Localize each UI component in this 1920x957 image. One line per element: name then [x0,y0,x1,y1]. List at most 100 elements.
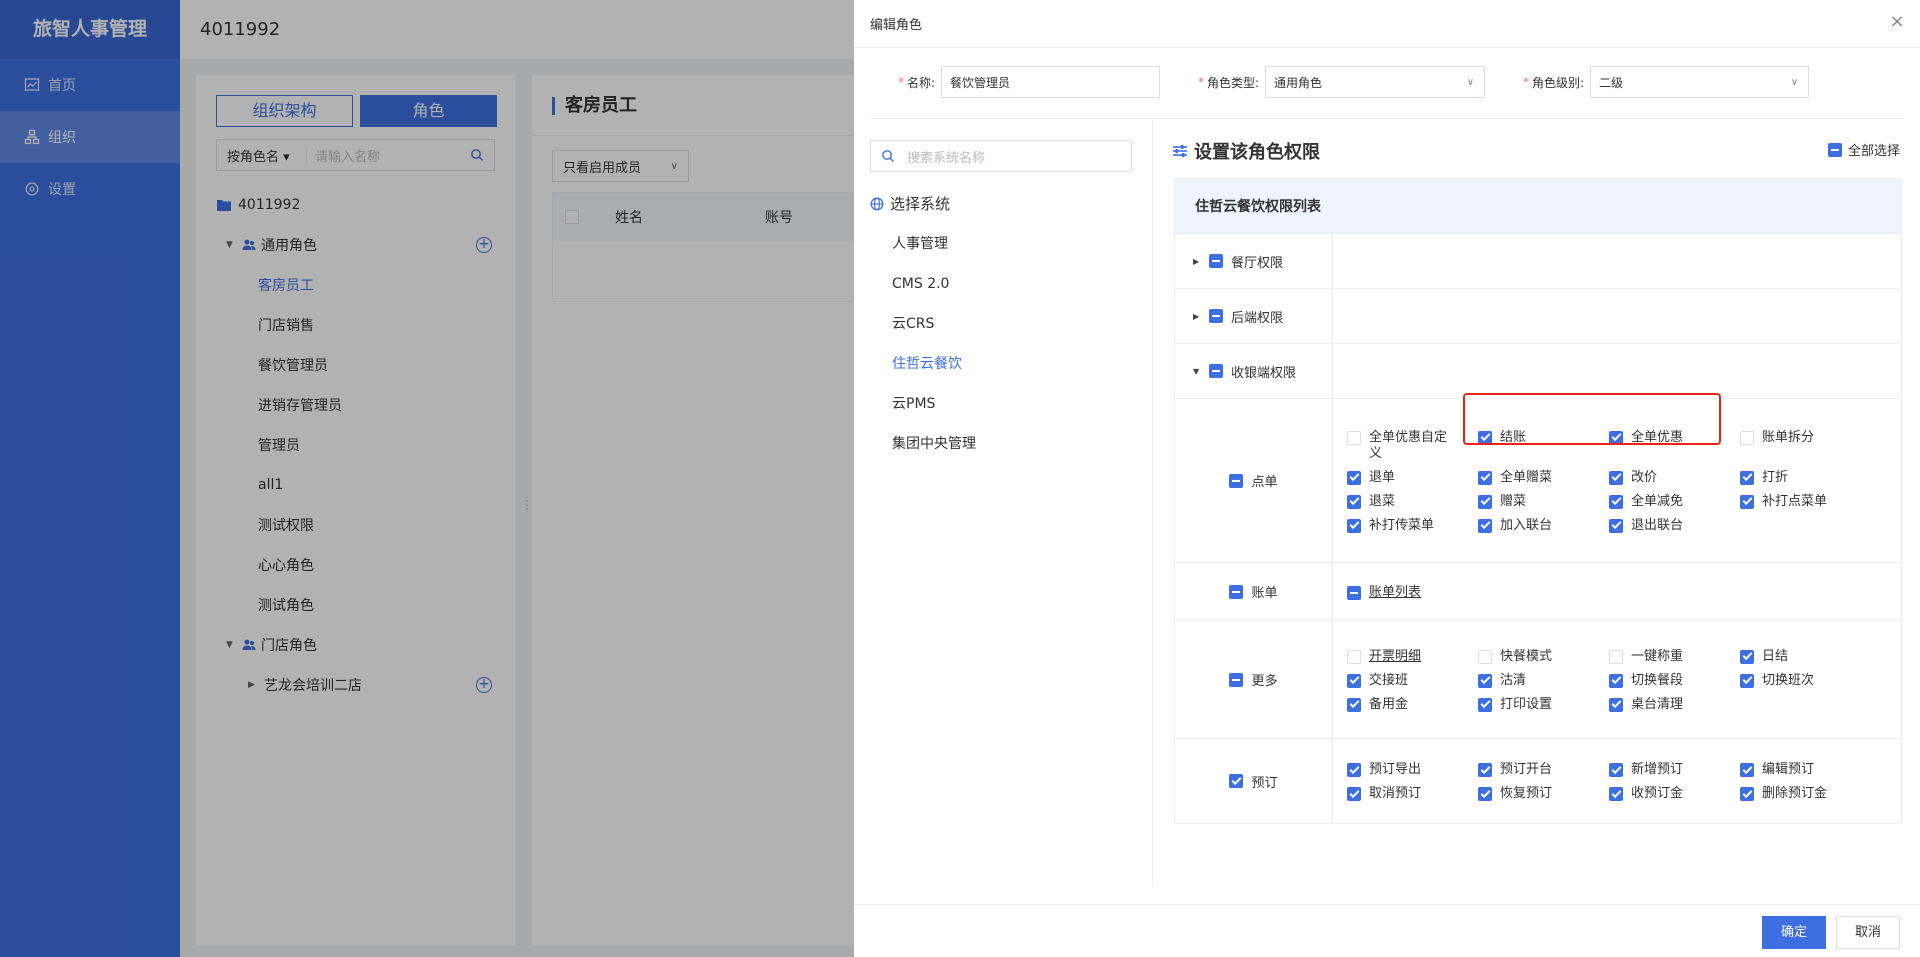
permission-checkbox[interactable] [1609,430,1623,445]
permission-item[interactable]: 全单优惠自定义 [1347,430,1478,462]
permission-checkbox[interactable] [1609,673,1623,688]
permission-checkbox[interactable] [1609,787,1623,801]
system-item[interactable]: 云PMS [892,384,976,424]
permission-item[interactable]: 取消预订 [1347,786,1478,802]
permission-item[interactable]: 退菜 [1347,494,1478,510]
permission-checkbox[interactable] [1347,649,1361,664]
name-field[interactable]: 餐饮管理员 [941,66,1161,98]
role-type-select[interactable]: 通用角色 ∨ [1265,66,1486,98]
permission-checkbox[interactable] [1347,673,1361,688]
permission-checkbox[interactable] [1478,787,1492,801]
system-item[interactable]: CMS 2.0 [892,264,976,304]
permission-item[interactable]: 全单赠菜 [1478,470,1609,486]
system-item-selected[interactable]: 住哲云餐饮 [892,344,976,384]
permission-checkbox[interactable] [1609,518,1623,533]
permission-item[interactable]: 全单优惠 [1609,430,1740,462]
permission-item[interactable]: 补打传菜单 [1347,518,1478,534]
permission-checkbox[interactable] [1347,430,1361,445]
caret-right-icon[interactable]: ▶ [1193,257,1201,266]
permission-item[interactable]: 交接班 [1347,673,1478,689]
select-all-checkbox[interactable] [1827,142,1842,157]
permission-item[interactable]: 桌台清理 [1609,697,1740,713]
permission-checkbox[interactable] [1347,697,1361,712]
caret-right-icon[interactable]: ▶ [1193,312,1201,321]
permission-checkbox[interactable] [1347,585,1361,600]
permission-checkbox[interactable] [1347,518,1361,533]
permission-item[interactable]: 收预订金 [1609,786,1740,802]
permission-checkbox[interactable] [1609,494,1623,509]
permission-checkbox[interactable] [1347,787,1361,801]
group-checkbox[interactable] [1209,364,1223,378]
permission-item[interactable]: 打折 [1740,470,1871,486]
permission-item[interactable]: 删除预订金 [1740,786,1871,802]
permission-checkbox[interactable] [1609,697,1623,712]
permission-checkbox[interactable] [1740,787,1754,801]
permission-checkbox[interactable] [1740,649,1754,664]
permission-checkbox[interactable] [1478,430,1492,445]
permission-item[interactable]: 备用金 [1347,697,1478,713]
role-level-select[interactable]: 二级 ∨ [1590,66,1810,98]
permission-checkbox[interactable] [1478,518,1492,533]
permission-checkbox[interactable] [1609,649,1623,664]
permission-checkbox[interactable] [1478,673,1492,688]
permission-checkbox[interactable] [1478,763,1492,777]
permission-checkbox[interactable] [1347,494,1361,509]
permission-checkbox[interactable] [1347,763,1361,777]
permission-item[interactable]: 全单减免 [1609,494,1740,510]
permission-item[interactable]: 赠菜 [1478,494,1609,510]
permission-category[interactable]: 账单 [1175,563,1333,620]
permission-item[interactable]: 沽清 [1478,673,1609,689]
permission-item[interactable]: 结账 [1478,430,1609,462]
permission-checkbox[interactable] [1478,649,1492,664]
permission-item[interactable]: 新增预订 [1609,762,1740,778]
permission-group[interactable]: ▶ 后端权限 [1175,289,1333,343]
permission-item[interactable]: 账单拆分 [1740,430,1871,462]
permission-item[interactable]: 加入联台 [1478,518,1609,534]
caret-down-icon[interactable]: ▼ [1193,367,1201,376]
close-icon[interactable]: × [1888,13,1906,32]
confirm-button[interactable]: 确定 [1762,916,1826,949]
permission-item[interactable]: 开票明细 [1347,649,1478,665]
cancel-button[interactable]: 取消 [1836,916,1900,949]
permission-checkbox[interactable] [1609,470,1623,485]
permission-item[interactable]: 补打点菜单 [1740,494,1871,510]
system-item[interactable]: 人事管理 [892,224,976,264]
permission-item[interactable]: 账单列表 [1347,585,1478,601]
system-item[interactable]: 云CRS [892,304,976,344]
system-search-input[interactable]: 搜索系统名称 [870,140,1132,172]
permission-item[interactable]: 退出联台 [1609,518,1740,534]
system-item[interactable]: 集团中央管理 [892,424,976,464]
permission-checkbox[interactable] [1478,697,1492,712]
permission-checkbox[interactable] [1740,673,1754,688]
permission-item[interactable]: 预订开台 [1478,762,1609,778]
permission-category[interactable]: 更多 [1175,621,1333,738]
permission-item[interactable]: 编辑预订 [1740,762,1871,778]
permission-item[interactable]: 改价 [1609,470,1740,486]
permission-group[interactable]: ▶ 餐厅权限 [1175,234,1333,288]
permission-checkbox[interactable] [1740,763,1754,777]
category-checkbox[interactable] [1229,584,1244,599]
permission-item[interactable]: 切换班次 [1740,673,1871,689]
group-checkbox[interactable] [1209,309,1223,323]
permission-item[interactable]: 快餐模式 [1478,649,1609,665]
permission-item[interactable]: 一键称重 [1609,649,1740,665]
permission-item[interactable]: 预订导出 [1347,762,1478,778]
permission-group[interactable]: ▼ 收银端权限 [1175,344,1333,398]
category-checkbox[interactable] [1229,774,1244,788]
permission-checkbox[interactable] [1740,494,1754,509]
permission-checkbox[interactable] [1347,470,1361,485]
permission-item[interactable]: 切换餐段 [1609,673,1740,689]
permission-item[interactable]: 打印设置 [1478,697,1609,713]
permission-checkbox[interactable] [1740,430,1754,445]
permission-category[interactable]: 点单 [1175,399,1333,562]
permission-checkbox[interactable] [1740,470,1754,485]
permission-checkbox[interactable] [1478,494,1492,509]
group-checkbox[interactable] [1209,254,1223,268]
permission-item[interactable]: 退单 [1347,470,1478,486]
permission-checkbox[interactable] [1609,763,1623,777]
permission-checkbox[interactable] [1478,470,1492,485]
category-checkbox[interactable] [1229,672,1244,687]
permission-category[interactable]: 预订 [1175,739,1333,823]
permission-item[interactable]: 日结 [1740,649,1871,665]
permission-item[interactable]: 恢复预订 [1478,786,1609,802]
